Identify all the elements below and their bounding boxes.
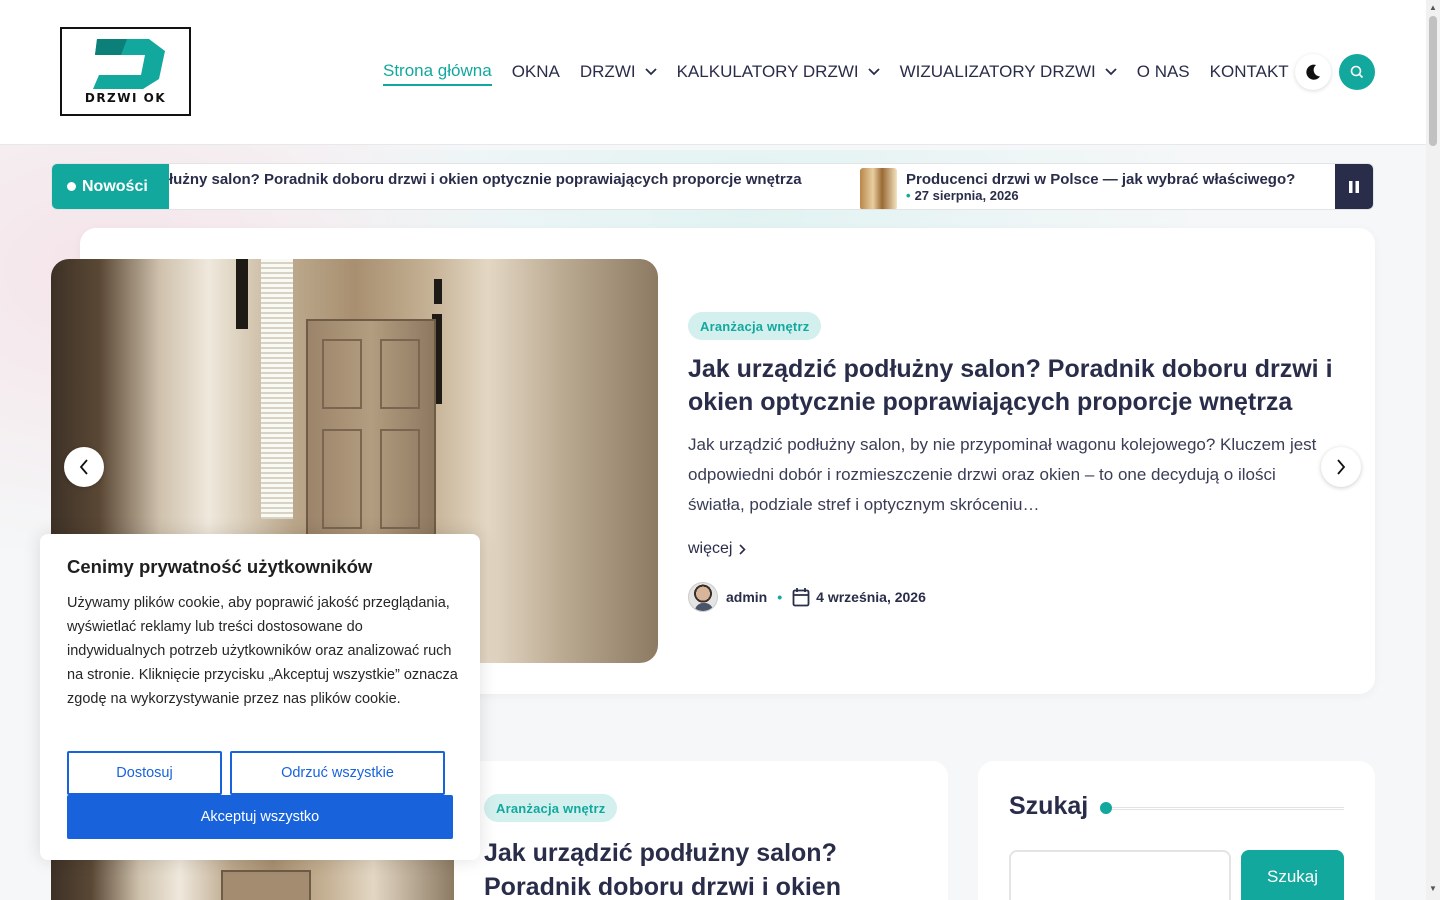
cookie-title: Cenimy prywatność użytkowników [67,556,373,577]
title-divider [1112,807,1344,810]
nav-item-label: KONTAKT [1209,62,1289,81]
category-badge[interactable]: Aranżacja wnętrz [484,794,618,822]
door-panel [380,429,420,529]
chevron-down-icon [867,68,880,76]
slider-prev-button[interactable] [64,447,104,487]
header-search-button[interactable] [1339,54,1375,90]
chevron-down-icon [644,68,657,76]
scroll-up-icon[interactable]: ▲ [1429,3,1437,12]
category-badge[interactable]: Aranżacja wnętrz [688,312,822,340]
post-image[interactable] [51,860,454,900]
ticker-label: Nowości [52,164,169,209]
meta-separator-dot: • [777,589,783,605]
post-title[interactable]: Jak urządzić podłużny salon? Poradnik do… [484,836,904,900]
ticker-track: łużny salon? Poradnik doboru drzwi i oki… [169,164,1337,209]
nav-item-label: WIZUALIZATORY DRZWI [899,62,1096,81]
nav-item-label: KALKULATORY DRZWI [676,62,859,81]
cookie-reject-button[interactable]: Odrzuć wszystkie [230,751,445,795]
featured-post-excerpt: Jak urządzić podłużny salon, by nie przy… [688,435,1317,514]
ticker-dot-icon [67,182,76,191]
image-window [261,259,293,519]
scroll-thumb[interactable] [1429,16,1437,146]
ticker-label-text: Nowości [82,177,148,195]
post-date[interactable]: 4 września, 2026 [816,589,926,605]
cookie-text: Używamy plików cookie, aby poprawić jako… [67,595,458,707]
nav-item-o-nas[interactable]: O NAS [1137,58,1190,86]
nav-item-drzwi[interactable]: DRZWI [580,58,657,86]
search-submit-button[interactable]: Szukaj [1241,850,1344,900]
image-door [221,870,311,900]
chevron-right-icon [1337,459,1346,475]
ticker-item-date: • 27 sierpnia, 2026 [906,188,1019,203]
ticker-date-text: 27 sierpnia, 2026 [914,188,1019,203]
avatar[interactable] [688,582,718,612]
nav-item-label: OKNA [511,62,560,81]
chevron-right-icon [739,543,747,555]
date-dot-icon: • [906,188,911,203]
read-more-label: więcej [688,540,733,557]
moon-icon [1306,64,1320,80]
nav-item-label: Strona główna [383,61,492,80]
scroll-down-icon[interactable]: ▼ [1429,884,1437,893]
nav-item-wizualizatory[interactable]: WIZUALIZATORY DRZWI [900,58,1117,86]
calendar-icon [792,588,810,607]
site-header: DRZWI OK Strona główna OKNA DRZWI KALKUL… [0,0,1426,145]
news-ticker: Nowości łużny salon? Poradnik doboru drz… [51,163,1374,210]
post-meta: admin • 4 września, 2026 [688,582,926,612]
nav-item-home[interactable]: Strona główna [383,58,492,86]
chevron-left-icon [79,459,88,475]
dark-mode-toggle[interactable] [1295,54,1331,90]
nav-item-label: O NAS [1136,62,1190,81]
search-icon [1350,65,1364,79]
image-frame [434,279,442,304]
ticker-item-link[interactable]: łużny salon? Poradnik doboru drzwi i oki… [169,171,802,188]
search-widget-title: Szukaj [1009,792,1089,820]
nav-item-kontakt[interactable]: KONTAKT [1210,58,1289,86]
featured-post-title[interactable]: Jak urządzić podłużny salon? Poradnik do… [688,353,1338,419]
door-panel [380,339,420,409]
page-scrollbar[interactable]: ▲ ▼ [1426,0,1440,900]
nav-item-okna[interactable]: OKNA [512,58,560,86]
logo-mark-icon [93,39,165,89]
logo-text: DRZWI OK [84,91,167,105]
door-panel [322,339,362,409]
search-input[interactable] [1009,850,1231,900]
chevron-down-icon [1105,68,1117,76]
ticker-item-thumbnail[interactable] [860,168,897,209]
image-frame [236,259,248,329]
pause-icon [1349,180,1359,193]
author-link[interactable]: admin [726,589,767,605]
nav-item-kalkulatory[interactable]: KALKULATORY DRZWI [677,58,880,86]
ticker-item-link[interactable]: Producenci drzwi w Polsce — jak wybrać w… [906,171,1295,188]
ticker-pause-button[interactable] [1335,164,1373,209]
read-more-link[interactable]: więcej [688,540,747,558]
main-nav: Strona główna OKNA DRZWI KALKULATORY DRZ… [383,58,1309,86]
site-logo[interactable]: DRZWI OK [60,27,191,116]
cookie-accept-button[interactable]: Akceptuj wszystko [67,795,453,839]
door-panel [322,429,362,529]
nav-item-label: DRZWI [579,62,636,81]
cookie-consent-banner: Cenimy prywatność użytkowników Używamy p… [40,534,480,860]
title-dot-icon [1100,802,1112,814]
cookie-customize-button[interactable]: Dostosuj [67,751,222,795]
